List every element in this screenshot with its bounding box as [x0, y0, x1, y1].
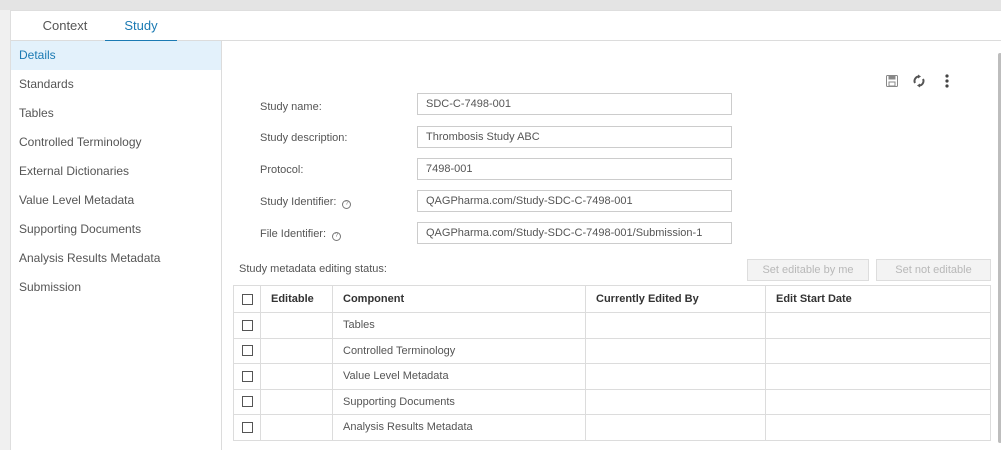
- editable-cell: [260, 388, 333, 415]
- edited-by-cell: [585, 388, 766, 415]
- editable-cell: [260, 414, 333, 441]
- component-cell: Controlled Terminology: [332, 337, 586, 364]
- study-identifier-label-row: Study Identifier:?: [260, 191, 352, 213]
- start-date-cell: [765, 363, 991, 390]
- set-editable-button[interactable]: Set editable by me: [747, 259, 869, 281]
- sidebar-item-controlled-terminology[interactable]: Controlled Terminology: [11, 128, 221, 157]
- edited-by-cell: [585, 363, 766, 390]
- row-select-cell: [233, 312, 261, 339]
- sync-icon[interactable]: [909, 71, 929, 91]
- protocol-input[interactable]: [417, 158, 732, 180]
- help-icon[interactable]: ?: [332, 232, 342, 241]
- table-row[interactable]: Analysis Results Metadata: [233, 414, 991, 441]
- tab-context[interactable]: Context: [19, 11, 111, 41]
- sidebar-item-submission[interactable]: Submission: [11, 273, 221, 302]
- component-cell: Tables: [332, 312, 586, 339]
- study-identifier-label: Study Identifier:: [260, 196, 337, 208]
- file-identifier-label-row: File Identifier:?: [260, 223, 342, 245]
- column-header-component[interactable]: Component: [332, 285, 586, 313]
- table-row[interactable]: Tables: [233, 312, 991, 339]
- table-row[interactable]: Value Level Metadata: [233, 363, 991, 390]
- edited-by-cell: [585, 414, 766, 441]
- study-description-input[interactable]: [417, 126, 732, 148]
- sidebar: Details Standards Tables Controlled Term…: [11, 41, 221, 450]
- sidebar-item-external-dictionaries[interactable]: External Dictionaries: [11, 157, 221, 186]
- editable-cell: [260, 363, 333, 390]
- study-description-label: Study description:: [260, 132, 348, 144]
- help-icon[interactable]: ?: [342, 200, 352, 209]
- row-checkbox[interactable]: [241, 370, 253, 382]
- column-header-start-date[interactable]: Edit Start Date: [765, 285, 991, 313]
- editable-cell: [260, 337, 333, 364]
- editing-status-label: Study metadata editing status:: [239, 263, 387, 275]
- row-select-cell: [233, 388, 261, 415]
- sidebar-item-analysis-results-metadata[interactable]: Analysis Results Metadata: [11, 244, 221, 273]
- row-select-cell: [233, 337, 261, 364]
- more-vertical-icon[interactable]: [937, 71, 957, 91]
- file-identifier-input[interactable]: [417, 222, 732, 244]
- study-name-label: Study name:: [260, 101, 322, 113]
- row-checkbox[interactable]: [241, 421, 253, 433]
- select-all-cell: [233, 285, 261, 313]
- row-select-cell: [233, 414, 261, 441]
- sidebar-item-value-level-metadata[interactable]: Value Level Metadata: [11, 186, 221, 215]
- sidebar-item-standards[interactable]: Standards: [11, 70, 221, 99]
- select-all-checkbox[interactable]: [241, 293, 253, 305]
- protocol-label: Protocol:: [260, 164, 304, 176]
- tab-bar: Context Study: [11, 11, 1001, 42]
- row-checkbox[interactable]: [241, 345, 253, 357]
- save-icon[interactable]: [882, 71, 902, 91]
- window-top-strip: [0, 0, 1001, 10]
- components-table: Editable Component Currently Edited By E…: [233, 285, 991, 441]
- column-header-editable[interactable]: Editable: [260, 285, 333, 313]
- row-select-cell: [233, 363, 261, 390]
- component-cell: Supporting Documents: [332, 388, 586, 415]
- sidebar-item-details[interactable]: Details: [11, 41, 221, 70]
- start-date-cell: [765, 337, 991, 364]
- edited-by-cell: [585, 337, 766, 364]
- table-row[interactable]: Controlled Terminology: [233, 337, 991, 364]
- start-date-cell: [765, 312, 991, 339]
- start-date-cell: [765, 414, 991, 441]
- row-checkbox[interactable]: [241, 396, 253, 408]
- tab-study[interactable]: Study: [105, 11, 177, 42]
- table-row[interactable]: Supporting Documents: [233, 388, 991, 415]
- start-date-cell: [765, 388, 991, 415]
- set-not-editable-button[interactable]: Set not editable: [876, 259, 991, 281]
- file-identifier-label: File Identifier:: [260, 228, 327, 240]
- row-checkbox[interactable]: [241, 319, 253, 331]
- sidebar-item-tables[interactable]: Tables: [11, 99, 221, 128]
- edited-by-cell: [585, 312, 766, 339]
- editable-cell: [260, 312, 333, 339]
- study-identifier-input[interactable]: [417, 190, 732, 212]
- study-name-input[interactable]: [417, 93, 732, 115]
- sidebar-item-supporting-documents[interactable]: Supporting Documents: [11, 215, 221, 244]
- study-panel: Context Study Details Standards Tables C…: [10, 10, 1001, 450]
- table-header-row: Editable Component Currently Edited By E…: [233, 285, 991, 313]
- component-cell: Analysis Results Metadata: [332, 414, 586, 441]
- details-content: Study name: Study description: Protocol:…: [221, 41, 1001, 450]
- column-header-edited-by[interactable]: Currently Edited By: [585, 285, 766, 313]
- component-cell: Value Level Metadata: [332, 363, 586, 390]
